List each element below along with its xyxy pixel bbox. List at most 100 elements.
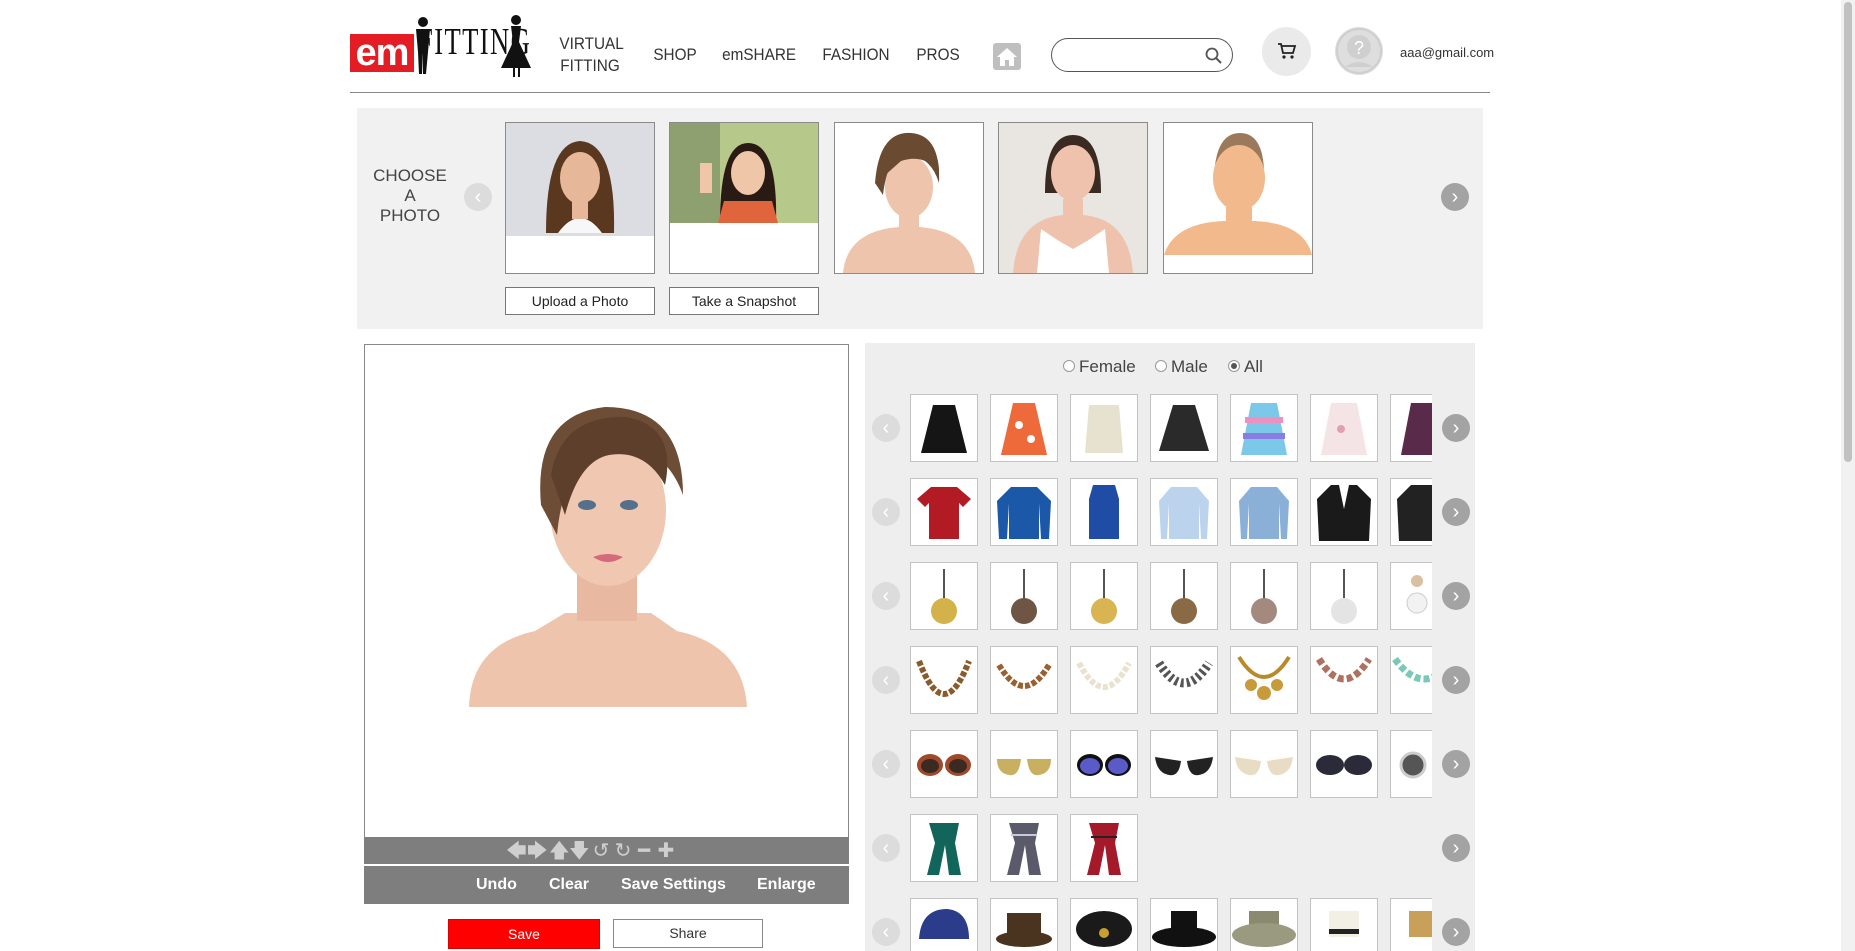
cart-button[interactable] <box>1262 27 1311 76</box>
scrollbar-thumb[interactable] <box>1844 2 1852 462</box>
catalog-item[interactable] <box>1310 478 1378 546</box>
photo-thumb-5[interactable] <box>1163 122 1313 274</box>
catalog-item[interactable] <box>910 562 978 630</box>
catalog-item[interactable] <box>1390 394 1432 462</box>
catalog-item[interactable] <box>990 394 1058 462</box>
catalog-item[interactable] <box>910 730 978 798</box>
move-right-icon[interactable]: 🡆 <box>527 840 548 860</box>
photo-thumb-4[interactable] <box>998 122 1148 274</box>
rotate-right-icon[interactable]: ↻ <box>613 840 633 860</box>
catalog-item[interactable] <box>1070 814 1138 882</box>
catalog-item[interactable] <box>1070 898 1138 951</box>
home-button[interactable] <box>993 43 1021 70</box>
radio-male[interactable] <box>1155 359 1167 372</box>
move-up-icon[interactable]: 🡅 <box>549 840 570 860</box>
user-avatar[interactable]: ? <box>1335 27 1383 75</box>
save-button[interactable]: Save <box>448 919 600 949</box>
catalog-item[interactable] <box>1150 730 1218 798</box>
enlarge-button[interactable]: Enlarge <box>757 876 816 894</box>
radio-all[interactable] <box>1228 359 1240 372</box>
move-left-icon[interactable]: 🡄 <box>506 840 527 860</box>
catalog-item[interactable] <box>910 898 978 951</box>
zoom-out-icon[interactable]: ━ <box>634 840 654 860</box>
move-down-icon[interactable]: 🡇 <box>569 840 590 860</box>
nav-shop[interactable]: SHOP <box>653 45 698 65</box>
catalog-item[interactable] <box>1390 730 1432 798</box>
catalog-item[interactable] <box>1390 478 1432 546</box>
catalog-item[interactable] <box>1310 562 1378 630</box>
row5-prev-button[interactable]: ‹ <box>872 750 900 778</box>
rotate-left-icon[interactable]: ↺ <box>591 840 611 860</box>
nav-virtual-fitting[interactable]: VIRTUAL FITTING <box>559 33 623 77</box>
photo-thumb-2[interactable] <box>669 122 819 274</box>
catalog-item[interactable] <box>1230 646 1298 714</box>
catalog-item[interactable] <box>1310 394 1378 462</box>
photo-thumb-1[interactable] <box>505 122 655 274</box>
zoom-in-icon[interactable]: ✚ <box>656 840 676 860</box>
catalog-item[interactable] <box>990 730 1058 798</box>
catalog-item[interactable] <box>1070 730 1138 798</box>
catalog-item[interactable] <box>1310 898 1378 951</box>
catalog-item[interactable] <box>1070 478 1138 546</box>
photo-thumb-3[interactable] <box>834 122 984 274</box>
catalog-item[interactable] <box>1230 562 1298 630</box>
filter-female[interactable]: Female <box>1063 357 1136 377</box>
row7-prev-button[interactable]: ‹ <box>872 918 900 946</box>
row4-prev-button[interactable]: ‹ <box>872 666 900 694</box>
filter-all[interactable]: All <box>1228 357 1263 377</box>
catalog-item[interactable] <box>1150 898 1218 951</box>
catalog-item[interactable] <box>1390 646 1432 714</box>
nav-emshare[interactable]: emSHARE <box>722 45 796 65</box>
catalog-item[interactable] <box>1070 394 1138 462</box>
row6-next-button[interactable]: › <box>1442 834 1470 862</box>
catalog-item[interactable] <box>1310 646 1378 714</box>
upload-photo-button[interactable]: Upload a Photo <box>505 287 655 315</box>
filter-male[interactable]: Male <box>1155 357 1208 377</box>
row4-next-button[interactable]: › <box>1442 666 1470 694</box>
catalog-item[interactable] <box>1230 730 1298 798</box>
catalog-item[interactable] <box>1310 730 1378 798</box>
radio-female[interactable] <box>1063 359 1075 372</box>
catalog-item[interactable] <box>990 562 1058 630</box>
catalog-item[interactable] <box>1230 478 1298 546</box>
catalog-item[interactable] <box>1390 562 1432 630</box>
catalog-item[interactable] <box>990 814 1058 882</box>
catalog-item[interactable] <box>1150 646 1218 714</box>
catalog-item[interactable] <box>1070 646 1138 714</box>
emfitting-logo[interactable]: em FITTING <box>350 14 531 77</box>
save-settings-button[interactable]: Save Settings <box>621 876 726 894</box>
catalog-item[interactable] <box>1150 478 1218 546</box>
photos-next-button[interactable]: › <box>1441 183 1469 211</box>
take-snapshot-button[interactable]: Take a Snapshot <box>669 287 819 315</box>
nav-pros[interactable]: PROS <box>916 45 961 65</box>
photos-prev-button[interactable]: ‹ <box>464 183 492 211</box>
catalog-item[interactable] <box>1150 562 1218 630</box>
row1-next-button[interactable]: › <box>1442 414 1470 442</box>
page-scrollbar[interactable] <box>1841 0 1855 951</box>
catalog-item[interactable] <box>910 646 978 714</box>
catalog-item[interactable] <box>1230 394 1298 462</box>
row6-prev-button[interactable]: ‹ <box>872 834 900 862</box>
search-icon[interactable] <box>1205 47 1222 64</box>
row7-next-button[interactable]: › <box>1442 918 1470 946</box>
catalog-item[interactable] <box>990 646 1058 714</box>
search-input[interactable] <box>1066 45 1200 67</box>
catalog-item[interactable] <box>990 898 1058 951</box>
clear-button[interactable]: Clear <box>549 876 589 894</box>
catalog-item[interactable] <box>1150 394 1218 462</box>
catalog-item[interactable] <box>1070 562 1138 630</box>
share-button[interactable]: Share <box>613 919 763 948</box>
catalog-item[interactable] <box>910 478 978 546</box>
search-box[interactable] <box>1051 38 1233 72</box>
catalog-item[interactable] <box>1230 898 1298 951</box>
row2-prev-button[interactable]: ‹ <box>872 498 900 526</box>
catalog-item[interactable] <box>990 478 1058 546</box>
row5-next-button[interactable]: › <box>1442 750 1470 778</box>
catalog-item[interactable] <box>1390 898 1432 951</box>
row3-next-button[interactable]: › <box>1442 582 1470 610</box>
row3-prev-button[interactable]: ‹ <box>872 582 900 610</box>
user-email[interactable]: aaa@gmail.com <box>1400 45 1494 60</box>
undo-button[interactable]: Undo <box>476 876 517 894</box>
row2-next-button[interactable]: › <box>1442 498 1470 526</box>
catalog-item[interactable] <box>910 394 978 462</box>
